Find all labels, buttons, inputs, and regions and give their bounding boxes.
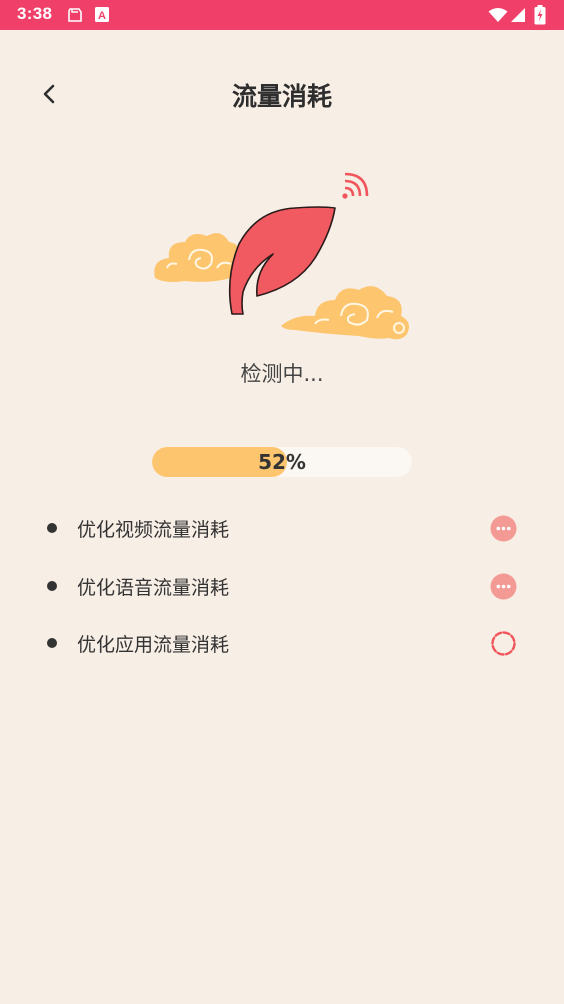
clipboard-icon <box>66 6 84 28</box>
cloud-left-icon <box>154 233 241 282</box>
loading-spinner-icon <box>491 631 516 656</box>
detecting-status-text: 检测中... <box>240 362 324 386</box>
status-time: 3:38 <box>17 4 53 23</box>
hero-illustration <box>145 168 425 348</box>
leaf-icon <box>228 206 336 315</box>
progress-bar: 52% <box>152 447 412 477</box>
font-a-icon: A <box>94 6 110 27</box>
status-bar: 3:38 A <box>0 0 564 30</box>
bullet-icon <box>47 638 57 648</box>
bullet-icon <box>47 580 57 591</box>
task-label: 优化应用流量消耗 <box>77 634 230 656</box>
more-dots-icon <box>490 573 517 599</box>
more-dots-icon <box>490 515 517 542</box>
battery-charging-icon <box>534 5 546 29</box>
progress-label: 52% <box>258 450 306 474</box>
signal-icon <box>510 7 526 27</box>
task-label: 优化语音流量消耗 <box>77 576 230 599</box>
page-title: 流量消耗 <box>231 82 332 111</box>
wifi-icon <box>488 7 508 27</box>
cloud-right-icon <box>281 286 409 340</box>
list-item: 优化视频流量消耗 <box>0 500 564 558</box>
list-item: 优化应用流量消耗 <box>0 615 564 673</box>
header: 流量消耗 <box>0 60 564 130</box>
task-list: 优化视频流量消耗 优化语音流量消耗 优化应用流量消耗 <box>0 500 564 673</box>
task-label: 优化视频流量消耗 <box>77 519 230 541</box>
list-item: 优化语音流量消耗 <box>0 558 564 616</box>
svg-text:A: A <box>98 10 106 22</box>
wifi-signal-icon <box>342 172 369 199</box>
bullet-icon <box>47 523 57 533</box>
